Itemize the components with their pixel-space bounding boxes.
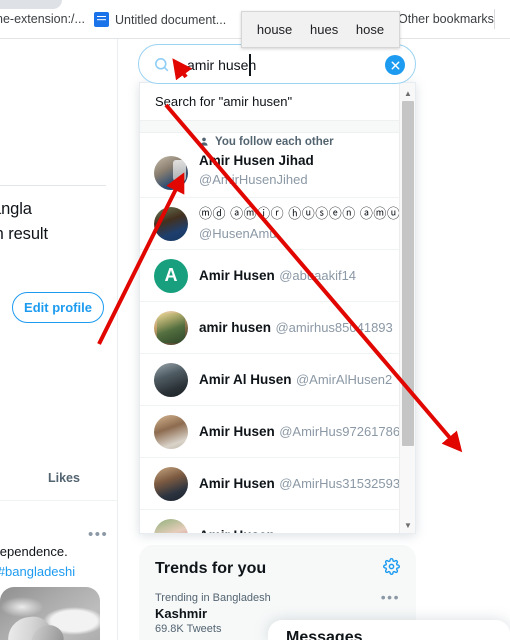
user-name: ⓜⓓ ⓐⓜⓘⓡ ⓗⓤⓢⓔⓝ ⓐⓜⓤ — [199, 205, 401, 221]
more-dots-icon[interactable]: ••• — [381, 590, 400, 604]
list-item[interactable]: Amir Husen @AmirHus97261786 — [140, 406, 415, 458]
tweet-text: of independence. — [0, 544, 68, 559]
screenshot-root: angla ion result Edit profile Likes ••• … — [0, 0, 510, 640]
avatar — [154, 310, 188, 345]
user-info: You follow each other Amir Husen Jihad @… — [199, 135, 401, 190]
messages-title: Messages — [286, 629, 363, 640]
user-info: amir husen @amirhus85041893 — [199, 318, 401, 338]
user-name: Amir Husen Jihad — [199, 152, 314, 168]
list-item[interactable]: Amir Husen @AmirHus31532593 — [140, 458, 415, 510]
user-handle: @amirhus85041893 — [275, 319, 393, 335]
profile-left-column: angla ion result Edit profile Likes ••• … — [0, 39, 118, 640]
follow-badge: You follow each other — [199, 135, 401, 149]
list-item[interactable]: Amir Husen — [140, 510, 415, 533]
search-for-query-row[interactable]: Search for "amir husen" — [140, 83, 415, 120]
edit-profile-button[interactable]: Edit profile — [12, 292, 104, 323]
tabs-underline — [0, 500, 117, 501]
spell-suggestion-hose[interactable]: hose — [352, 20, 388, 39]
bio-divider — [0, 185, 106, 186]
avatar — [154, 414, 188, 449]
trend-name: Kashmir — [155, 606, 208, 621]
user-handle: @abuaakif14 — [279, 267, 357, 283]
list-item[interactable]: amir husen @amirhus85041893 — [140, 302, 415, 354]
dropdown-scrollbar[interactable]: ▲ ▼ — [399, 83, 415, 533]
text-caret — [249, 54, 251, 76]
toolbar-divider — [494, 9, 495, 29]
spell-suggestion-hues[interactable]: hues — [306, 20, 342, 39]
user-info: Amir Al Husen @AmirAlHusen2 — [199, 370, 401, 390]
search-input[interactable]: amir husen — [187, 57, 256, 73]
user-handle: @AmirHus31532593 — [279, 475, 401, 491]
tab-likes[interactable]: Likes — [48, 471, 80, 485]
trends-title: Trends for you — [155, 560, 267, 577]
list-item[interactable]: You follow each other Amir Husen Jihad @… — [140, 133, 415, 198]
profile-bio-line-1: angla — [0, 200, 32, 218]
close-circle-icon[interactable] — [385, 55, 405, 75]
search-typeahead-dropdown: Search for "amir husen" You follow each … — [139, 82, 416, 534]
user-handle: @AmirHus97261786 — [279, 423, 401, 439]
user-info: Amir Husen @AmirHus31532593 — [199, 474, 401, 494]
user-info: ⓜⓓ ⓐⓜⓘⓡ ⓗⓤⓢⓔⓝ ⓐⓜⓤ @HusenAmu — [199, 204, 401, 243]
gear-icon[interactable] — [383, 558, 400, 580]
user-name: Amir Husen — [199, 528, 275, 533]
follow-badge-label: You follow each other — [215, 135, 334, 148]
user-name: Amir Al Husen — [199, 371, 292, 387]
list-item[interactable]: A Amir Husen @abuaakif14 — [140, 250, 415, 302]
google-docs-icon — [94, 12, 109, 27]
user-name: Amir Husen — [199, 423, 275, 439]
user-results-list: You follow each other Amir Husen Jihad @… — [140, 133, 415, 533]
avatar — [154, 156, 188, 190]
user-info: Amir Husen @abuaakif14 — [199, 266, 401, 286]
other-bookmarks-button[interactable]: Other bookmarks — [398, 12, 494, 26]
user-handle: @AmirHusenJihed — [199, 172, 308, 188]
avatar — [154, 206, 188, 241]
search-icon — [153, 56, 170, 73]
tweet-hashtags[interactable]: desh #bangladeshi — [0, 564, 75, 579]
dropdown-section-divider — [140, 120, 415, 133]
avatar — [154, 466, 188, 501]
bookmark-extension[interactable]: ne-extension:/... — [0, 12, 85, 26]
user-name: Amir Husen — [199, 475, 275, 491]
scroll-up-arrow-icon[interactable]: ▲ — [400, 85, 415, 101]
user-handle: @AmirAlHusen2 — [295, 371, 393, 387]
bookmark-untitled-document[interactable]: Untitled document... — [94, 12, 226, 27]
trends-header: Trends for you — [139, 545, 416, 584]
scrollbar-thumb[interactable] — [402, 101, 414, 446]
scroll-down-arrow-icon[interactable]: ▼ — [400, 517, 415, 533]
bookmark-label: ne-extension:/... — [0, 12, 85, 26]
person-icon — [200, 138, 208, 147]
list-item[interactable]: ⓜⓓ ⓐⓜⓘⓡ ⓗⓤⓢⓔⓝ ⓐⓜⓤ @HusenAmu — [140, 198, 415, 250]
user-info: Amir Husen — [199, 526, 401, 533]
spell-suggestion-house[interactable]: house — [253, 20, 296, 39]
avatar: A — [154, 258, 188, 293]
profile-bio-line-2: ion result — [0, 225, 48, 243]
avatar — [154, 362, 188, 397]
spellcheck-suggestions-popup: house hues hose — [241, 11, 400, 48]
user-handle: @HusenAmu — [199, 225, 277, 241]
messages-dock[interactable]: Messages — [268, 620, 510, 640]
user-name: Amir Husen — [199, 267, 275, 283]
list-item[interactable]: Amir Al Husen @AmirAlHusen2 — [140, 354, 415, 406]
tweet-more-icon[interactable]: ••• — [88, 527, 108, 542]
other-bookmarks-label: Other bookmarks — [398, 12, 494, 26]
tab-strip-stub — [0, 0, 62, 9]
user-info: Amir Husen @AmirHus97261786 — [199, 422, 401, 442]
bookmark-label: Untitled document... — [115, 12, 227, 27]
user-name: amir husen — [199, 319, 272, 335]
avatar — [154, 519, 188, 533]
search-box[interactable]: amir husen — [138, 44, 416, 84]
trend-category: Trending in Bangladesh — [155, 592, 271, 604]
tweet-image[interactable] — [0, 587, 100, 640]
